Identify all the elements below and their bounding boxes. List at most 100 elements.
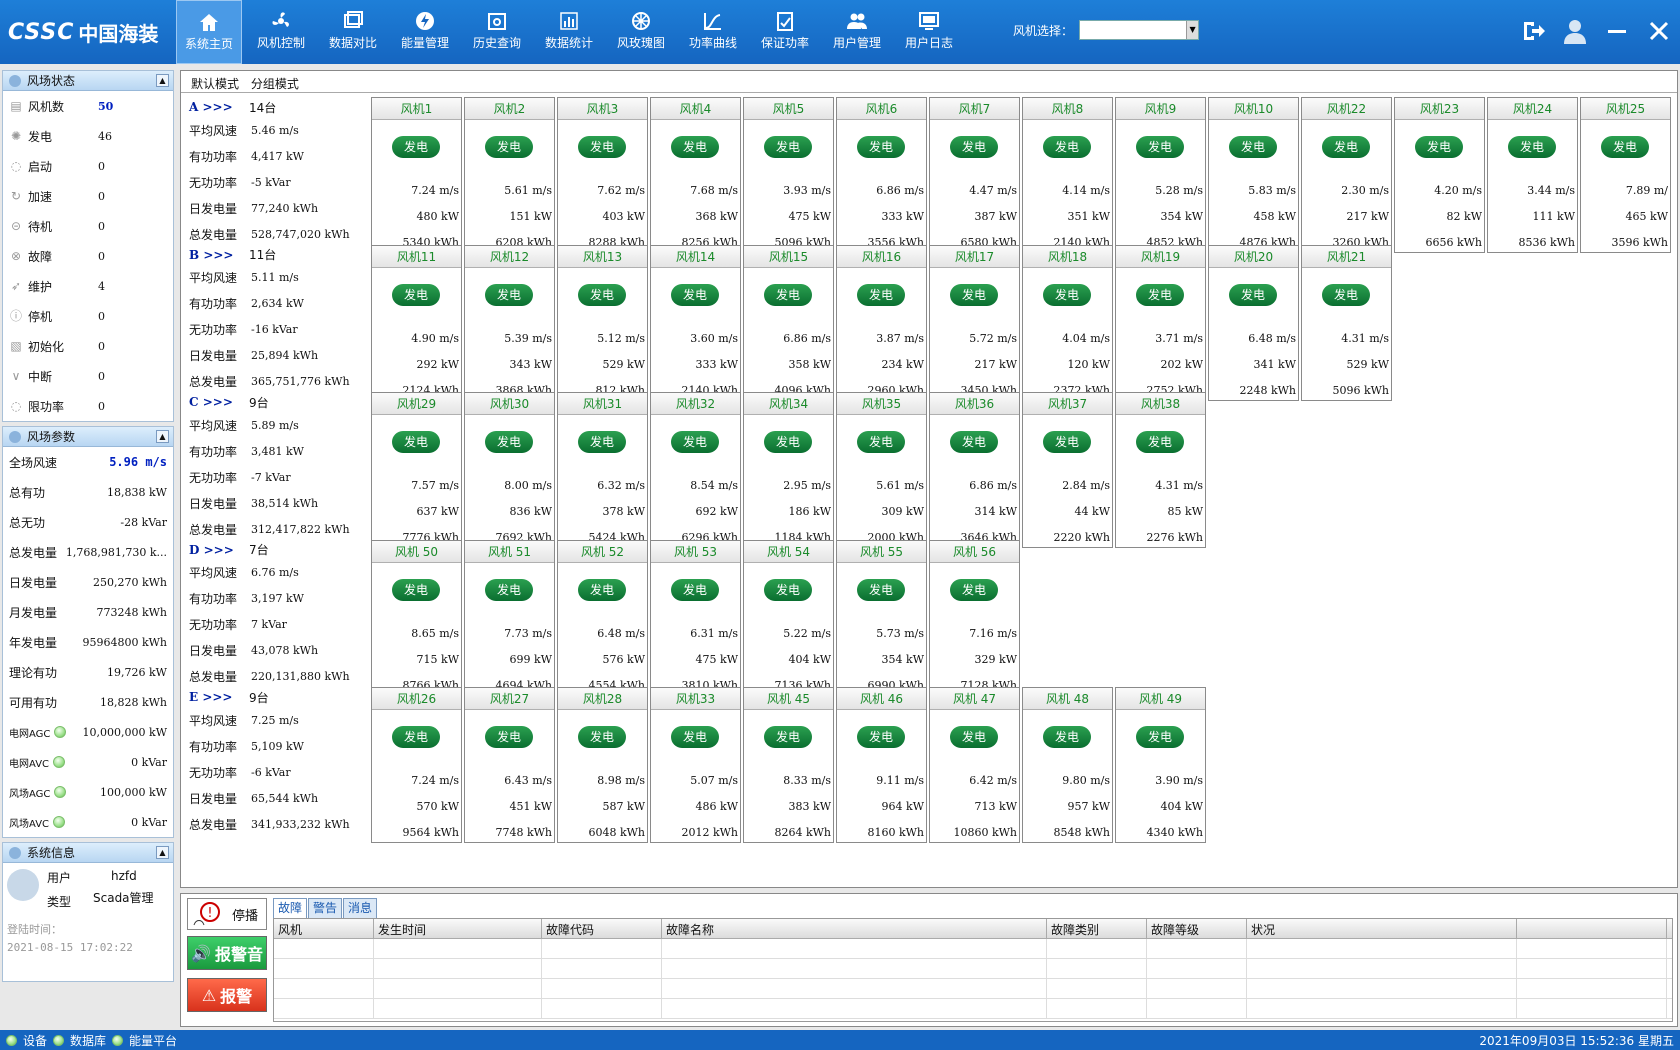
turbine-card[interactable]: 风机32 发电 8.54 m/s 692 kW 6296 kWh [650,392,741,548]
nav-bar-chart[interactable]: 数据统计 [536,0,602,64]
fault-col-header[interactable]: 状况 [1247,919,1517,938]
run-status-button[interactable]: 发电 [1043,283,1091,306]
run-status-button[interactable]: 发电 [392,136,440,158]
run-status-button[interactable]: 发电 [485,726,533,748]
run-status-button[interactable]: 发电 [764,578,812,601]
stop-broadcast-button[interactable]: ! 停播 [187,898,267,930]
turbine-card[interactable]: 风机33 发电 5.07 m/s 486 kW 2012 kWh [650,687,741,843]
run-status-button[interactable]: 发电 [485,136,533,158]
run-status-button[interactable]: 发电 [1136,726,1184,748]
run-status-button[interactable]: 发电 [578,431,626,453]
run-status-button[interactable]: 发电 [764,726,812,748]
collapse-icon[interactable]: ▲ [156,74,169,87]
turbine-card[interactable]: 风机11 发电 4.90 m/s 292 kW 2124 kWh [371,244,462,401]
run-status-button[interactable]: 发电 [671,136,719,158]
turbine-card[interactable]: 风机25 发电 7.89 m/465 kW 3596 kWh [1580,97,1671,253]
tab-fault[interactable]: 故障 [273,898,308,918]
turbine-card[interactable]: 风机 51 发电 7.73 m/s 699 kW 4694 kWh [464,539,555,696]
run-status-button[interactable]: 发电 [1508,136,1556,158]
turbine-card[interactable]: 风机8 发电 4.14 m/s 351 kW 2140 kWh [1022,97,1113,253]
run-status-button[interactable]: 发电 [578,578,626,601]
turbine-card[interactable]: 风机21 发电 4.31 m/s 529 kW 5096 kWh [1301,244,1392,401]
run-status-button[interactable]: 发电 [671,726,719,748]
fault-col-header[interactable]: 故障名称 [662,919,1047,938]
group-name[interactable]: B >>> [189,248,249,262]
nav-guarantee[interactable]: 保证功率 [752,0,818,64]
turbine-card[interactable]: 风机 54 发电 5.22 m/s 404 kW 7136 kWh [743,539,834,696]
group-name[interactable]: A >>> [189,100,249,114]
run-status-button[interactable]: 发电 [764,283,812,306]
run-status-button[interactable]: 发电 [857,726,905,748]
run-status-button[interactable]: 发电 [1229,136,1277,158]
turbine-card[interactable]: 风机20 发电 6.48 m/s 341 kW 2248 kWh [1208,244,1299,401]
turbine-card[interactable]: 风机28 发电 8.98 m/s 587 kW 6048 kWh [557,687,648,843]
turbine-card[interactable]: 风机35 发电 5.61 m/s 309 kW 2000 kWh [836,392,927,548]
turbine-card[interactable]: 风机7 发电 4.47 m/s 387 kW 6580 kWh [929,97,1020,253]
close-icon[interactable] [1646,18,1672,44]
turbine-card[interactable]: 风机19 发电 3.71 m/s 202 kW 2752 kWh [1115,244,1206,401]
run-status-button[interactable]: 发电 [950,431,998,453]
turbine-card[interactable]: 风机22 发电 2.30 m/s 217 kW 3260 kWh [1301,97,1392,253]
turbine-card[interactable]: 风机 48 发电 9.80 m/s 957 kW 8548 kWh [1022,687,1113,843]
run-status-button[interactable]: 发电 [1322,283,1370,306]
turbine-card[interactable]: 风机 55 发电 5.73 m/s 354 kW 6990 kWh [836,539,927,696]
run-status-button[interactable]: 发电 [1136,136,1184,158]
nav-wind-rose[interactable]: 风玫瑰图 [608,0,674,64]
run-status-button[interactable]: 发电 [1601,136,1649,158]
turbine-card[interactable]: 风机17 发电 5.72 m/s 217 kW 3450 kWh [929,244,1020,401]
run-status-button[interactable]: 发电 [950,283,998,306]
fan-select-dropdown[interactable]: ▼ [1079,20,1200,40]
logout-icon[interactable] [1520,18,1546,44]
nav-curve[interactable]: 功率曲线 [680,0,746,64]
nav-log[interactable]: 用户日志 [896,0,962,64]
group-name[interactable]: C >>> [189,395,249,409]
minimize-icon[interactable] [1604,18,1630,44]
tab-warning[interactable]: 警告 [308,898,343,918]
run-status-button[interactable]: 发电 [857,283,905,306]
run-status-button[interactable]: 发电 [950,578,998,601]
alarm-sound-button[interactable]: 🔊 报警音 [187,936,267,970]
run-status-button[interactable]: 发电 [578,136,626,158]
turbine-card[interactable]: 风机 56 发电 7.16 m/s 329 kW 7128 kWh [929,539,1020,696]
run-status-button[interactable]: 发电 [671,283,719,306]
fault-col-header[interactable]: 风机 [274,919,374,938]
turbine-card[interactable]: 风机 50 发电 8.65 m/s 715 kW 8766 kWh [371,539,462,696]
turbine-card[interactable]: 风机29 发电 7.57 m/s 637 kW 7776 kWh [371,392,462,548]
turbine-card[interactable]: 风机30 发电 8.00 m/s 836 kW 7692 kWh [464,392,555,548]
run-status-button[interactable]: 发电 [764,136,812,158]
tab-message[interactable]: 消息 [343,898,378,918]
turbine-card[interactable]: 风机10 发电 5.83 m/s 458 kW 4876 kWh [1208,97,1299,253]
run-status-button[interactable]: 发电 [1322,136,1370,158]
run-status-button[interactable]: 发电 [1043,431,1091,453]
turbine-card[interactable]: 风机14 发电 3.60 m/s 333 kW 2140 kWh [650,244,741,401]
turbine-card[interactable]: 风机12 发电 5.39 m/s 343 kW 3868 kWh [464,244,555,401]
run-status-button[interactable]: 发电 [1043,726,1091,748]
nav-windows[interactable]: 数据对比 [320,0,386,64]
turbine-card[interactable]: 风机23 发电 4.20 m/s 82 kW 6656 kWh [1394,97,1485,253]
collapse-icon[interactable]: ▲ [156,846,169,859]
turbine-card[interactable]: 风机 46 发电 9.11 m/s 964 kW 8160 kWh [836,687,927,843]
run-status-button[interactable]: 发电 [485,578,533,601]
run-status-button[interactable]: 发电 [857,578,905,601]
nav-fan[interactable]: 风机控制 [248,0,314,64]
turbine-card[interactable]: 风机1 发电 7.24 m/s 480 kW 5340 kWh [371,97,462,253]
alarm-button[interactable]: ⚠ 报警 [187,978,267,1012]
fault-col-header[interactable]: 发生时间 [374,919,542,938]
run-status-button[interactable]: 发电 [392,283,440,306]
run-status-button[interactable]: 发电 [764,431,812,453]
turbine-card[interactable]: 风机 47 发电 6.42 m/s 713 kW 10860 kWh [929,687,1020,843]
turbine-card[interactable]: 风机26 发电 7.24 m/s 570 kW 9564 kWh [371,687,462,843]
run-status-button[interactable]: 发电 [1043,136,1091,158]
run-status-button[interactable]: 发电 [857,431,905,453]
turbine-card[interactable]: 风机16 发电 3.87 m/s 234 kW 2960 kWh [836,244,927,401]
run-status-button[interactable]: 发电 [392,726,440,748]
run-status-button[interactable]: 发电 [671,431,719,453]
turbine-card[interactable]: 风机24 发电 3.44 m/s 111 kW 8536 kWh [1487,97,1578,253]
turbine-card[interactable]: 风机31 发电 6.32 m/s 378 kW 5424 kWh [557,392,648,548]
group-name[interactable]: D >>> [189,543,249,557]
run-status-button[interactable]: 发电 [485,431,533,453]
run-status-button[interactable]: 发电 [578,283,626,306]
fault-col-header[interactable]: 故障等级 [1147,919,1247,938]
turbine-card[interactable]: 风机37 发电 2.84 m/s 44 kW 2220 kWh [1022,392,1113,548]
turbine-card[interactable]: 风机5 发电 3.93 m/s 475 kW 5096 kWh [743,97,834,253]
